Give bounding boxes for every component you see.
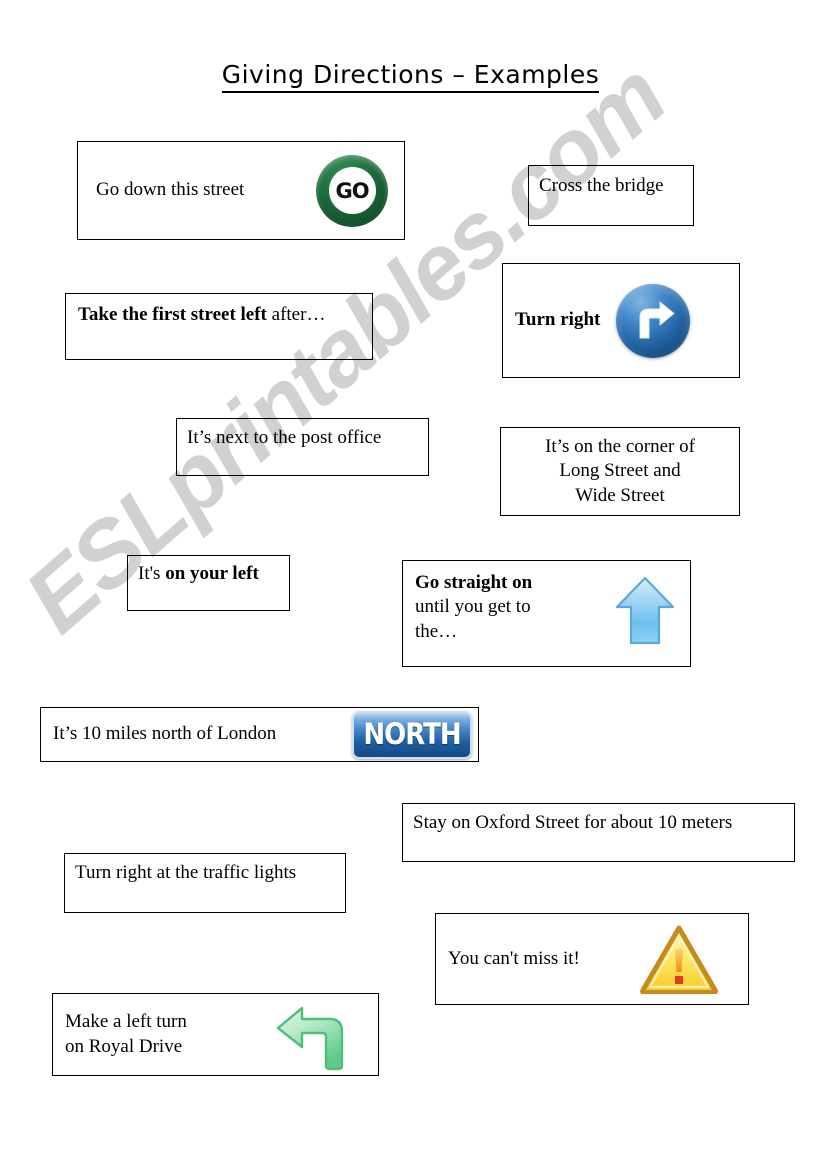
card-make-a-left-turn: Make a left turn on Royal Drive (52, 993, 379, 1076)
card-ten-miles-north: It’s 10 miles north of London NORTH (40, 707, 479, 762)
card-text-regular-part: It's (138, 563, 166, 584)
card-text-go-down-this-street: Go down this street (96, 179, 245, 201)
go-badge-label: GO (335, 178, 369, 203)
card-text-stay-on-oxford-street: Stay on Oxford Street for about 10 meter… (413, 812, 733, 833)
card-text-turn-right-traffic-lights: Turn right at the traffic lights (75, 862, 297, 883)
card-text-regular-part: until you get to the… (415, 596, 531, 642)
card-text-next-to-post-office: It’s next to the post office (187, 427, 382, 448)
go-badge-icon: GO (316, 154, 388, 227)
card-text-bold-part: Take the first street left (78, 304, 267, 325)
north-sign-label: NORTH (363, 717, 461, 752)
card-text-regular-part: after… (266, 304, 326, 325)
card-next-to-post-office: It’s next to the post office (176, 418, 429, 476)
card-go-down-this-street: Go down this street GO (77, 141, 405, 240)
card-stay-on-oxford-street: Stay on Oxford Street for about 10 meter… (402, 803, 795, 862)
card-text-cross-the-bridge: Cross the bridge (539, 175, 664, 196)
north-sign-icon: NORTH (352, 710, 472, 759)
card-text-on-the-corner: It’s on the corner of Long Street and Wi… (545, 436, 695, 506)
card-on-the-corner: It’s on the corner of Long Street and Wi… (500, 427, 740, 516)
warning-triangle-icon (640, 924, 718, 994)
up-arrow-icon (614, 575, 676, 647)
card-text-ten-miles-north: It’s 10 miles north of London (53, 723, 277, 745)
turn-right-sphere-icon (616, 283, 691, 358)
card-text-turn-right: Turn right (515, 309, 601, 331)
card-cross-the-bridge: Cross the bridge (528, 165, 694, 226)
worksheet-page: ESLprintables.com Giving Directions – Ex… (0, 0, 821, 1169)
card-turn-right-traffic-lights: Turn right at the traffic lights (64, 853, 346, 913)
card-text-bold-part: on your left (165, 563, 259, 584)
card-turn-right: Turn right (502, 263, 740, 378)
card-go-straight-on: Go straight on until you get to the… (402, 560, 691, 667)
card-text-on-your-left: It's on your left (138, 562, 259, 586)
card-take-first-street-left: Take the first street left after… (65, 293, 373, 360)
card-text-make-a-left-turn: Make a left turn on Royal Drive (65, 1011, 187, 1057)
card-text-bold-part: Go straight on (415, 572, 533, 593)
card-text-take-first-street-left: Take the first street left after… (78, 303, 325, 327)
card-text-go-straight-on: Go straight on until you get to the… (415, 571, 532, 644)
page-title: Giving Directions – Examples (0, 60, 821, 93)
left-turn-arrow-icon (274, 998, 354, 1072)
card-cant-miss-it: You can't miss it! (435, 913, 749, 1005)
page-title-text: Giving Directions – Examples (221, 60, 600, 93)
card-on-your-left: It's on your left (127, 555, 290, 611)
card-text-cant-miss-it: You can't miss it! (448, 947, 580, 969)
